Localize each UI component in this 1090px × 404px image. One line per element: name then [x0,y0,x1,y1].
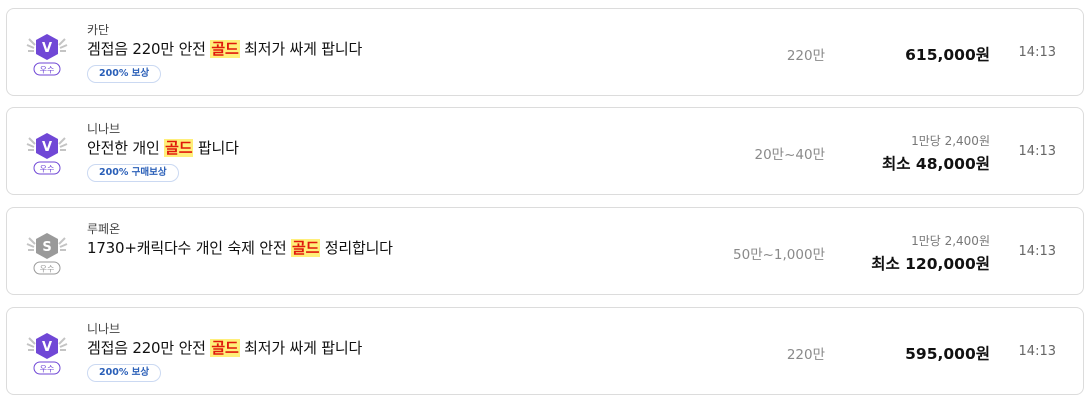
gold-highlight: 골드 [291,239,321,257]
listing-list: V 우수 카단 겜접음 220만 안전 골드 최저가 싸게 팝니다 200% 보… [0,0,1090,404]
compensation-tag: 200% 보상 [87,65,162,83]
gold-amount: 50만~1,000만 [733,247,825,263]
gold-highlight: 골드 [164,139,194,157]
listing-title[interactable]: 안전한 개인 골드 팝니다 [87,137,239,158]
gold-amount: 220만 [786,347,825,363]
price: 최소 48,000원 [882,155,990,173]
badge-letter: V [42,41,52,56]
unit-price: 1만당 2,400원 [911,134,990,148]
price: 최소 120,000원 [871,255,990,273]
gold-highlight: 골드 [210,339,240,357]
seller-grade-badge-icon: V 우수 [26,34,68,76]
server-name: 니나브 [87,322,121,336]
compensation-tag: 200% 보상 [87,364,162,382]
listing-title[interactable]: 겜접음 220만 안전 골드 최저가 싸게 팝니다 [87,337,362,358]
listing-time: 14:13 [1018,45,1056,60]
badge-letter: S [42,240,51,255]
listing-title[interactable]: 겜접음 220만 안전 골드 최저가 싸게 팝니다 [87,38,362,59]
server-name: 카단 [87,23,110,37]
gold-amount: 20만~40만 [754,147,825,163]
seller-grade-badge-icon: V 우수 [26,333,68,375]
badge-grade-text: 우수 [40,66,55,75]
badge-letter: V [42,140,52,155]
gold-highlight: 골드 [210,40,240,58]
listing-time: 14:13 [1018,344,1056,359]
seller-grade-badge-icon: V 우수 [26,133,68,175]
gold-amount: 220만 [786,48,825,64]
server-name: 니나브 [87,122,121,136]
price: 615,000원 [905,46,990,64]
listing-time: 14:13 [1018,144,1056,159]
listing-title[interactable]: 1730+캐릭다수 개인 숙제 안전 골드 정리합니다 [87,237,393,258]
listing-time: 14:13 [1018,244,1056,259]
listing-card[interactable]: V 우수 니나브 안전한 개인 골드 팝니다 200% 구매보상 20만~40만… [6,107,1084,195]
compensation-tag: 200% 구매보상 [87,164,179,182]
seller-grade-badge-icon: S 우수 [26,233,68,275]
unit-price: 1만당 2,400원 [911,234,990,248]
badge-grade-text: 우수 [40,165,55,174]
listing-card[interactable]: V 우수 카단 겜접음 220만 안전 골드 최저가 싸게 팝니다 200% 보… [6,8,1084,96]
server-name: 루페온 [87,222,121,236]
badge-grade-text: 우수 [40,365,55,374]
listing-card[interactable]: S 우수 루페온 1730+캐릭다수 개인 숙제 안전 골드 정리합니다 50만… [6,207,1084,295]
badge-letter: V [42,340,52,355]
badge-grade-text: 우수 [40,265,55,274]
price: 595,000원 [905,345,990,363]
listing-card[interactable]: V 우수 니나브 겜접음 220만 안전 골드 최저가 싸게 팝니다 200% … [6,307,1084,395]
